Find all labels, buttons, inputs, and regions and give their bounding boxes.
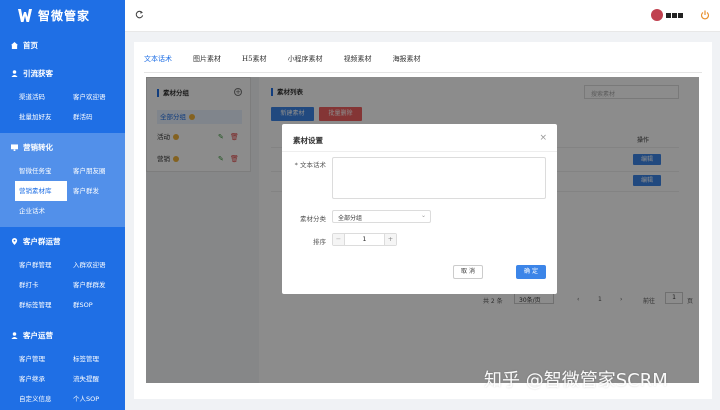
- sort-label: 排序: [313, 238, 326, 246]
- dialog-divider: [282, 151, 557, 152]
- tab-divider: [144, 72, 702, 73]
- user-icon: [11, 69, 18, 77]
- sidebar-item-customer-manage[interactable]: 客户管理: [19, 349, 71, 369]
- app-logo[interactable]: 智微管家: [0, 0, 125, 30]
- category-select[interactable]: 全部分组 ⌄: [332, 210, 431, 223]
- tab-miniprogram[interactable]: 小程序素材: [288, 54, 323, 68]
- sidebar-home-label: 首页: [23, 41, 38, 50]
- refresh-icon[interactable]: [135, 10, 144, 19]
- sidebar-item-group-mass-send[interactable]: 客户群群发: [73, 275, 125, 295]
- cancel-button[interactable]: 取 消: [453, 265, 483, 279]
- decrement-button[interactable]: −: [333, 234, 345, 245]
- close-icon[interactable]: ×: [539, 133, 547, 143]
- sidebar-group-customer-ops[interactable]: 客户运营: [0, 321, 125, 349]
- sidebar-item-task[interactable]: 智微任务宝: [19, 161, 71, 181]
- sidebar-item-batch-add[interactable]: 批量加好友: [19, 107, 71, 127]
- material-settings-dialog: 素材设置 × * 文本话术 素材分类 全部分组 ⌄ 排序 − 1 + 取 消 确…: [282, 124, 557, 294]
- user-icon: [11, 331, 18, 339]
- sidebar-group-customer-groups[interactable]: 客户群运营: [0, 227, 125, 255]
- text-script-label: * 文本话术: [294, 161, 326, 169]
- sidebar-group-marketing[interactable]: 营销转化: [0, 133, 125, 161]
- watermark-text: 知乎 @智微管家SCRM: [484, 370, 668, 391]
- sidebar-item-group-code[interactable]: 群活码: [73, 107, 125, 127]
- material-tabs: 文本话术 图片素材 H5素材 小程序素材 视频素材 海报素材: [144, 54, 442, 73]
- text-script-textarea[interactable]: [332, 157, 546, 199]
- dialog-title: 素材设置: [293, 136, 323, 145]
- sidebar: 智微管家 首页 引流获客 渠道活码 客户欢迎语 批量加好友 群活码 营销转化 智…: [0, 0, 125, 410]
- sidebar-item-group-checkin[interactable]: 群打卡: [19, 275, 71, 295]
- sidebar-item-moments[interactable]: 客户朋友圈: [73, 161, 125, 181]
- sidebar-item-churn[interactable]: 流失提醒: [73, 369, 125, 389]
- sidebar-item-inherit[interactable]: 客户继承: [19, 369, 71, 389]
- monitor-icon: [11, 143, 18, 151]
- sort-stepper[interactable]: − 1 +: [332, 233, 397, 246]
- sidebar-group-title: 客户群运营: [23, 236, 61, 246]
- home-icon: [11, 42, 18, 49]
- sidebar-item-group-welcome[interactable]: 入群欢迎语: [73, 255, 125, 275]
- location-pin-icon: [11, 237, 18, 245]
- sidebar-group-title: 客户运营: [23, 330, 53, 340]
- logo-icon: [18, 8, 32, 22]
- sidebar-item-welcome[interactable]: 客户欢迎语: [73, 87, 125, 107]
- sidebar-group-title: 营销转化: [23, 142, 53, 152]
- sidebar-item-mass-send[interactable]: 客户群发: [73, 181, 125, 201]
- sidebar-item-channel-code[interactable]: 渠道活码: [19, 87, 71, 107]
- sidebar-item-home[interactable]: 首页: [0, 32, 125, 59]
- top-bar: [125, 0, 720, 32]
- tab-video[interactable]: 视频素材: [344, 54, 372, 68]
- tab-h5[interactable]: H5素材: [242, 54, 267, 68]
- avatar[interactable]: [651, 9, 663, 21]
- sidebar-item-group-manage[interactable]: 客户群管理: [19, 255, 71, 275]
- category-select-value: 全部分组: [338, 215, 363, 222]
- sidebar-item-tag-manage[interactable]: 标签管理: [73, 349, 125, 369]
- chevron-down-icon: ⌄: [420, 212, 426, 219]
- tab-image[interactable]: 图片素材: [193, 54, 221, 68]
- confirm-button[interactable]: 确 定: [516, 265, 546, 279]
- category-label: 素材分类: [300, 215, 326, 223]
- tab-text-scripts[interactable]: 文本话术: [144, 54, 172, 73]
- app-title: 智微管家: [38, 8, 91, 23]
- sidebar-group-title: 引流获客: [23, 68, 53, 78]
- sidebar-item-group-tags[interactable]: 群标签管理: [19, 295, 71, 315]
- tab-poster[interactable]: 海报素材: [393, 54, 421, 68]
- sort-value[interactable]: 1: [345, 234, 384, 245]
- power-icon[interactable]: [700, 10, 710, 20]
- sidebar-item-custom-info[interactable]: 自定义信息: [19, 389, 71, 409]
- watermark: 知乎 @智微管家SCRM: [484, 366, 668, 392]
- sidebar-item-group-sop[interactable]: 群SOP: [73, 295, 125, 315]
- sidebar-item-personal-sop[interactable]: 个人SOP: [73, 389, 125, 409]
- sidebar-item-material-library[interactable]: 营销素材库: [15, 181, 67, 201]
- sidebar-group-acquisition[interactable]: 引流获客: [0, 59, 125, 87]
- username-redacted: [666, 12, 688, 18]
- increment-button[interactable]: +: [384, 234, 396, 245]
- sidebar-item-scripts[interactable]: 企业话术: [19, 201, 71, 221]
